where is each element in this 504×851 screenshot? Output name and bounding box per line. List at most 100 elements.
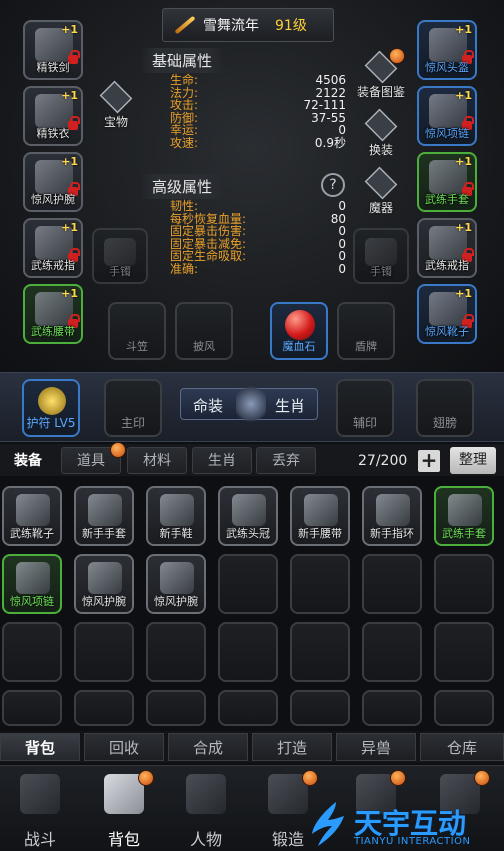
bag-item[interactable]: 惊风护腕 (146, 554, 206, 614)
demon-artifact-icon (364, 166, 398, 200)
bag-item[interactable]: 惊风项链 (2, 554, 62, 614)
empty-slot[interactable] (146, 690, 206, 726)
tab-zodiac[interactable]: 生肖 (192, 447, 252, 474)
empty-slot[interactable] (2, 622, 62, 682)
empty-slot[interactable] (218, 554, 278, 614)
bag-item[interactable]: 武练手套 (434, 486, 494, 546)
treasure-button[interactable]: 宝物 (92, 80, 140, 129)
blood-stone-slot[interactable]: 魔血石 (270, 302, 328, 360)
swap-gear-button[interactable]: 换装 (357, 108, 405, 157)
tianyu-logo-icon (312, 802, 344, 846)
basic-stats: 生命: 4506 法力: 2122 攻击: 72-111 防御: 37-55 幸运: 0 … (170, 74, 346, 150)
mingzhuang-zodiac-button[interactable]: 命装 生肖 (180, 383, 318, 425)
expand-bag-button[interactable]: + (418, 450, 440, 472)
empty-slot[interactable] (290, 690, 350, 726)
tab-warehouse[interactable]: 仓库 (420, 733, 504, 761)
bracelet-slot-right[interactable]: 手镯 (353, 228, 409, 284)
equip-slot-ring-right[interactable]: +1 武练戒指 (417, 218, 477, 278)
enhance-badge: +1 (61, 221, 78, 234)
empty-slot[interactable] (74, 690, 134, 726)
help-button[interactable]: ? (321, 173, 345, 197)
cloak-slot[interactable]: 披风 (175, 302, 233, 360)
empty-slot[interactable] (362, 690, 422, 726)
tab-discard[interactable]: 丢弃 (256, 447, 316, 474)
demon-artifact-button[interactable]: 魔器 (357, 166, 405, 215)
bag-item[interactable]: 新手腰带 (290, 486, 350, 546)
bag-item[interactable]: 新手鞋 (146, 486, 206, 546)
tab-craft[interactable]: 打造 (252, 733, 332, 761)
enhance-badge: +1 (61, 287, 78, 300)
bag-item[interactable]: 新手指环 (362, 486, 422, 546)
empty-slot[interactable] (2, 690, 62, 726)
empty-slot[interactable] (290, 554, 350, 614)
slot-label: 精铁剑 (36, 61, 70, 74)
bag-item[interactable]: 武练靴子 (2, 486, 62, 546)
nav-label: 人物 (189, 830, 222, 849)
tab-items[interactable]: 道具 (61, 442, 126, 474)
empty-slot[interactable] (218, 690, 278, 726)
empty-slot[interactable] (74, 622, 134, 682)
empty-slot[interactable] (218, 622, 278, 682)
enhance-badge: +1 (455, 287, 472, 300)
nav-backpack[interactable]: 背包 (88, 770, 160, 849)
function-tabs: 背包 回收 合成 打造 异兽 仓库 (0, 731, 504, 763)
treasure-label: 宝物 (103, 115, 128, 129)
equip-slot-bracer[interactable]: +1 惊风护腕 (23, 152, 83, 212)
enhance-badge: +1 (61, 89, 78, 102)
tab-beast[interactable]: 异兽 (336, 733, 416, 761)
empty-slot[interactable] (434, 622, 494, 682)
sword-icon (171, 13, 197, 37)
codex-button[interactable]: 装备图鉴 (357, 48, 405, 99)
hat-slot[interactable]: 斗笠 (108, 302, 166, 360)
sort-button[interactable]: 整理 (450, 447, 496, 474)
character-helmet-icon (186, 774, 226, 814)
equip-slot-gloves[interactable]: +1 武练手套 (417, 152, 477, 212)
bag-item[interactable]: 惊风护腕 (74, 554, 134, 614)
empty-slot[interactable] (434, 554, 494, 614)
character-title-bar: 雪舞流年 91级 (162, 8, 334, 42)
bag-item[interactable]: 新手手套 (74, 486, 134, 546)
shield-slot[interactable]: 盾牌 (337, 302, 395, 360)
guardian-amulet-slot[interactable]: 护符 LV5 (22, 379, 80, 437)
notification-dot (302, 770, 318, 786)
slot-label: 惊风头盔 (425, 61, 469, 74)
tab-backpack[interactable]: 背包 (0, 733, 80, 761)
tab-synthesize[interactable]: 合成 (168, 733, 248, 761)
tab-equipment[interactable]: 装备 (2, 447, 54, 474)
enhance-badge: +1 (61, 23, 78, 36)
bag-item[interactable]: 武练头冠 (218, 486, 278, 546)
stat-name: 准确: (170, 261, 199, 276)
equip-slot-helmet[interactable]: +1 惊风头盔 (417, 20, 477, 80)
wings-slot[interactable]: 翅膀 (416, 379, 474, 437)
empty-slot[interactable] (434, 690, 494, 726)
advanced-stats: 韧性: 0 每秒恢复血量: 80 固定暴击伤害: 0 固定暴击减免: 0 固定生命吸取:… (170, 200, 346, 276)
empty-slot[interactable] (362, 622, 422, 682)
bracer-icon (88, 562, 122, 594)
equip-slot-armor[interactable]: +1 精铁衣 (23, 86, 83, 146)
nav-battle[interactable]: 战斗 (4, 770, 76, 849)
equip-slot-necklace[interactable]: +1 惊风项链 (417, 86, 477, 146)
equip-slot-ring-left[interactable]: +1 武练戒指 (23, 218, 83, 278)
aux-seal-slot[interactable]: 辅印 (336, 379, 394, 437)
bracer-icon (160, 562, 194, 594)
amulet-icon (38, 387, 66, 415)
equip-slot-belt[interactable]: +1 武练腰带 (23, 284, 83, 344)
empty-slot[interactable] (146, 622, 206, 682)
slot-label: 惊风项链 (425, 127, 469, 140)
character-panel: 雪舞流年 91级 +1 精铁剑 +1 精铁衣 +1 惊风护腕 +1 武练戒指 +… (0, 0, 504, 372)
slot-label: 护符 LV5 (26, 416, 76, 430)
nav-character[interactable]: 人物 (170, 770, 242, 849)
stat-row: 固定暴击伤害: 0 (170, 225, 346, 238)
bracelet-slot-left[interactable]: 手镯 (92, 228, 148, 284)
notification-dot (389, 48, 405, 64)
bag-capacity: 27/200 (358, 453, 408, 469)
empty-slot[interactable] (290, 622, 350, 682)
tab-recycle[interactable]: 回收 (84, 733, 164, 761)
main-seal-slot[interactable]: 主印 (104, 379, 162, 437)
enhance-badge: +1 (455, 221, 472, 234)
dragon-emblem-icon (236, 383, 266, 425)
equip-slot-weapon[interactable]: +1 精铁剑 (23, 20, 83, 80)
empty-slot[interactable] (362, 554, 422, 614)
tab-materials[interactable]: 材料 (127, 447, 187, 474)
equip-slot-boots[interactable]: +1 惊风靴子 (417, 284, 477, 344)
